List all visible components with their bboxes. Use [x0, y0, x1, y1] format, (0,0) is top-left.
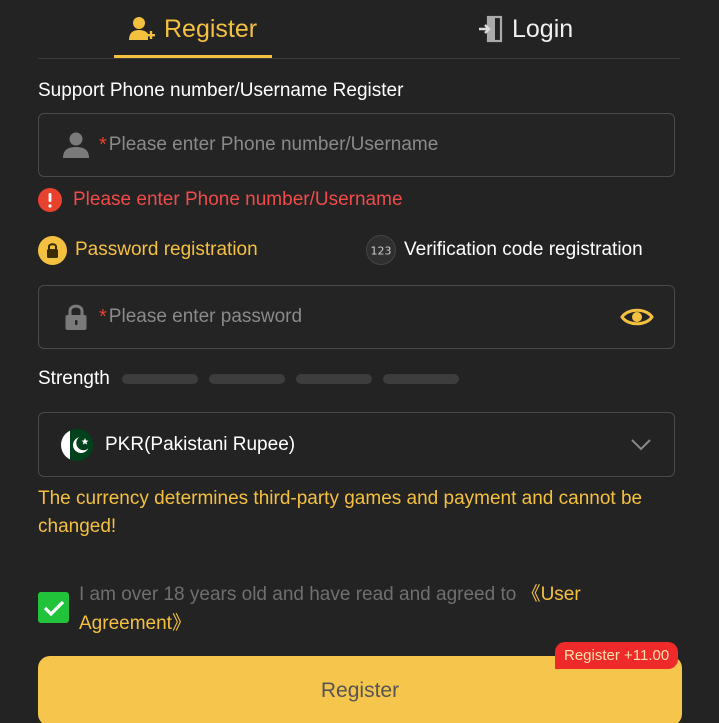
chevron-down-icon [630, 438, 652, 452]
agreement-checkbox[interactable] [38, 592, 69, 623]
lock-badge-icon [38, 235, 67, 265]
user-icon [61, 131, 91, 159]
checkmark-icon [43, 600, 64, 616]
tab-login[interactable]: Login [478, 0, 573, 58]
register-page: Register Login Support Phone number/User… [0, 0, 719, 723]
auth-tabs: Register Login [38, 0, 680, 59]
strength-meter [121, 374, 470, 384]
agreement-text: I am over 18 years old and have read and… [79, 580, 639, 638]
strength-bar [121, 374, 198, 384]
section-title: Support Phone number/Username Register [38, 80, 404, 101]
code-123-icon: 123 [366, 235, 396, 265]
password-registration-label: Password registration [75, 239, 258, 260]
active-tab-indicator [114, 55, 272, 58]
add-user-icon [128, 15, 156, 43]
lock-icon [61, 303, 91, 331]
agreement-statement: I am over 18 years old and have read and… [79, 584, 522, 605]
password-strength: Strength [38, 368, 470, 390]
tab-register[interactable]: Register [128, 0, 257, 58]
username-input[interactable] [106, 134, 674, 156]
error-icon [38, 188, 62, 212]
registration-mode: Password registration 123 Verification c… [38, 232, 678, 268]
currency-note: The currency determines third-party game… [38, 488, 643, 537]
strength-bar [382, 374, 459, 384]
required-mark: * [99, 133, 107, 156]
svg-text:123: 123 [371, 245, 392, 258]
currency-value: PKR(Pakistani Rupee) [105, 433, 296, 455]
strength-bar [295, 374, 372, 384]
password-field[interactable]: * [38, 285, 675, 349]
login-icon [478, 15, 504, 43]
tab-register-label: Register [164, 14, 258, 43]
eye-icon[interactable] [620, 306, 654, 328]
code-registration-label: Verification code registration [404, 239, 643, 260]
pakistan-flag-icon [61, 428, 93, 461]
username-field[interactable]: * [38, 113, 675, 177]
strength-label: Strength [38, 368, 110, 389]
username-error: Please enter Phone number/Username [38, 188, 403, 212]
currency-select[interactable]: PKR(Pakistani Rupee) [38, 412, 675, 477]
required-mark: * [99, 305, 107, 328]
strength-bar [208, 374, 285, 384]
password-registration-option[interactable]: Password registration [38, 232, 258, 268]
tab-login-label: Login [512, 14, 574, 43]
password-input[interactable] [106, 306, 620, 328]
error-text: Please enter Phone number/Username [73, 189, 403, 210]
register-bonus-badge: Register +11.00 [555, 642, 679, 669]
code-registration-option[interactable]: 123 Verification code registration [366, 232, 643, 268]
